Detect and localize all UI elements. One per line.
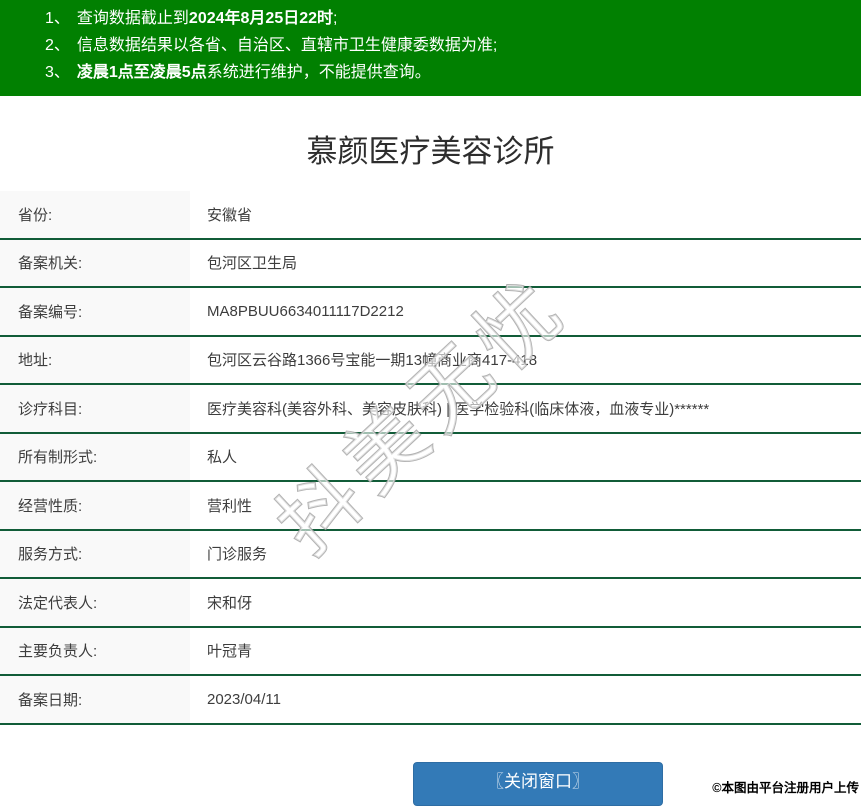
notice-line-2: 2、 信息数据结果以各省、自治区、直辖市卫生健康委数据为准; (45, 32, 851, 59)
notice-line-3: 3、 凌晨1点至凌晨5点系统进行维护，不能提供查询。 (45, 59, 851, 86)
table-row: 服务方式: 门诊服务 (0, 530, 861, 579)
table-row: 主要负责人: 叶冠青 (0, 627, 861, 676)
notice-number: 2、 (45, 37, 70, 54)
notice-text: 系统进行维护，不能提供查询。 (206, 64, 431, 81)
notice-text: 信息数据结果以各省、自治区、直辖市卫生健康委数据为准; (76, 37, 498, 54)
credit-note: ©本图由平台注册用户上传 (712, 781, 859, 795)
row-value: 宋和伢 (190, 591, 861, 613)
row-label: 主要负责人: (0, 627, 190, 674)
row-value: 包河区卫生局 (190, 252, 861, 274)
row-label: 诊疗科目: (0, 385, 190, 432)
row-value: 门诊服务 (190, 543, 861, 565)
notice-text-bold: 2024年8月25日22时 (188, 10, 334, 27)
notice-text: ; (333, 10, 338, 27)
row-value: 包河区云谷路1366号宝能一期13幢商业商417-418 (190, 349, 861, 371)
notice-number: 1、 (45, 10, 70, 27)
row-label: 服务方式: (0, 530, 190, 577)
table-row: 备案编号: MA8PBUU6634011117D2212 (0, 288, 861, 337)
row-value: 叶冠青 (190, 640, 861, 662)
row-value: 私人 (190, 446, 861, 468)
row-value: 安徽省 (190, 203, 861, 225)
table-row: 省份: 安徽省 (0, 191, 861, 240)
row-label: 地址: (0, 336, 190, 383)
row-label: 备案机关: (0, 239, 190, 286)
table-row: 经营性质: 营利性 (0, 482, 861, 531)
row-value: 营利性 (190, 494, 861, 516)
table-row: 地址: 包河区云谷路1366号宝能一期13幢商业商417-418 (0, 336, 861, 385)
row-label: 备案日期: (0, 676, 190, 723)
close-window-button[interactable]: 〖关闭窗口〗 (413, 762, 663, 806)
row-label: 经营性质: (0, 482, 190, 529)
table-row: 备案日期: 2023/04/11 (0, 676, 861, 725)
table-row: 诊疗科目: 医疗美容科(美容外科、美容皮肤科) | 医学检验科(临床体液，血液专… (0, 385, 861, 434)
table-row: 备案机关: 包河区卫生局 (0, 239, 861, 288)
notice-number: 3、 (45, 64, 70, 81)
row-label: 省份: (0, 191, 190, 238)
notice-text: 查询数据截止到 (76, 10, 189, 27)
row-label: 备案编号: (0, 288, 190, 335)
clinic-info-table: 省份: 安徽省 备案机关: 包河区卫生局 备案编号: MA8PBUU663401… (0, 191, 861, 725)
table-row: 法定代表人: 宋和伢 (0, 579, 861, 628)
page-title: 慕颜医疗美容诊所 (306, 134, 555, 169)
table-row: 所有制形式: 私人 (0, 433, 861, 482)
row-value: 医疗美容科(美容外科、美容皮肤科) | 医学检验科(临床体液，血液专业)****… (190, 397, 861, 419)
notice-text-bold: 凌晨1点至凌晨5点 (76, 64, 207, 81)
notice-header: 1、 查询数据截止到2024年8月25日22时; 2、 信息数据结果以各省、自治区、… (0, 0, 861, 96)
notice-line-1: 1、 查询数据截止到2024年8月25日22时; (45, 5, 851, 32)
row-label: 所有制形式: (0, 433, 190, 480)
row-label: 法定代表人: (0, 579, 190, 626)
row-value: 2023/04/11 (190, 690, 861, 708)
row-value: MA8PBUU6634011117D2212 (190, 302, 861, 320)
